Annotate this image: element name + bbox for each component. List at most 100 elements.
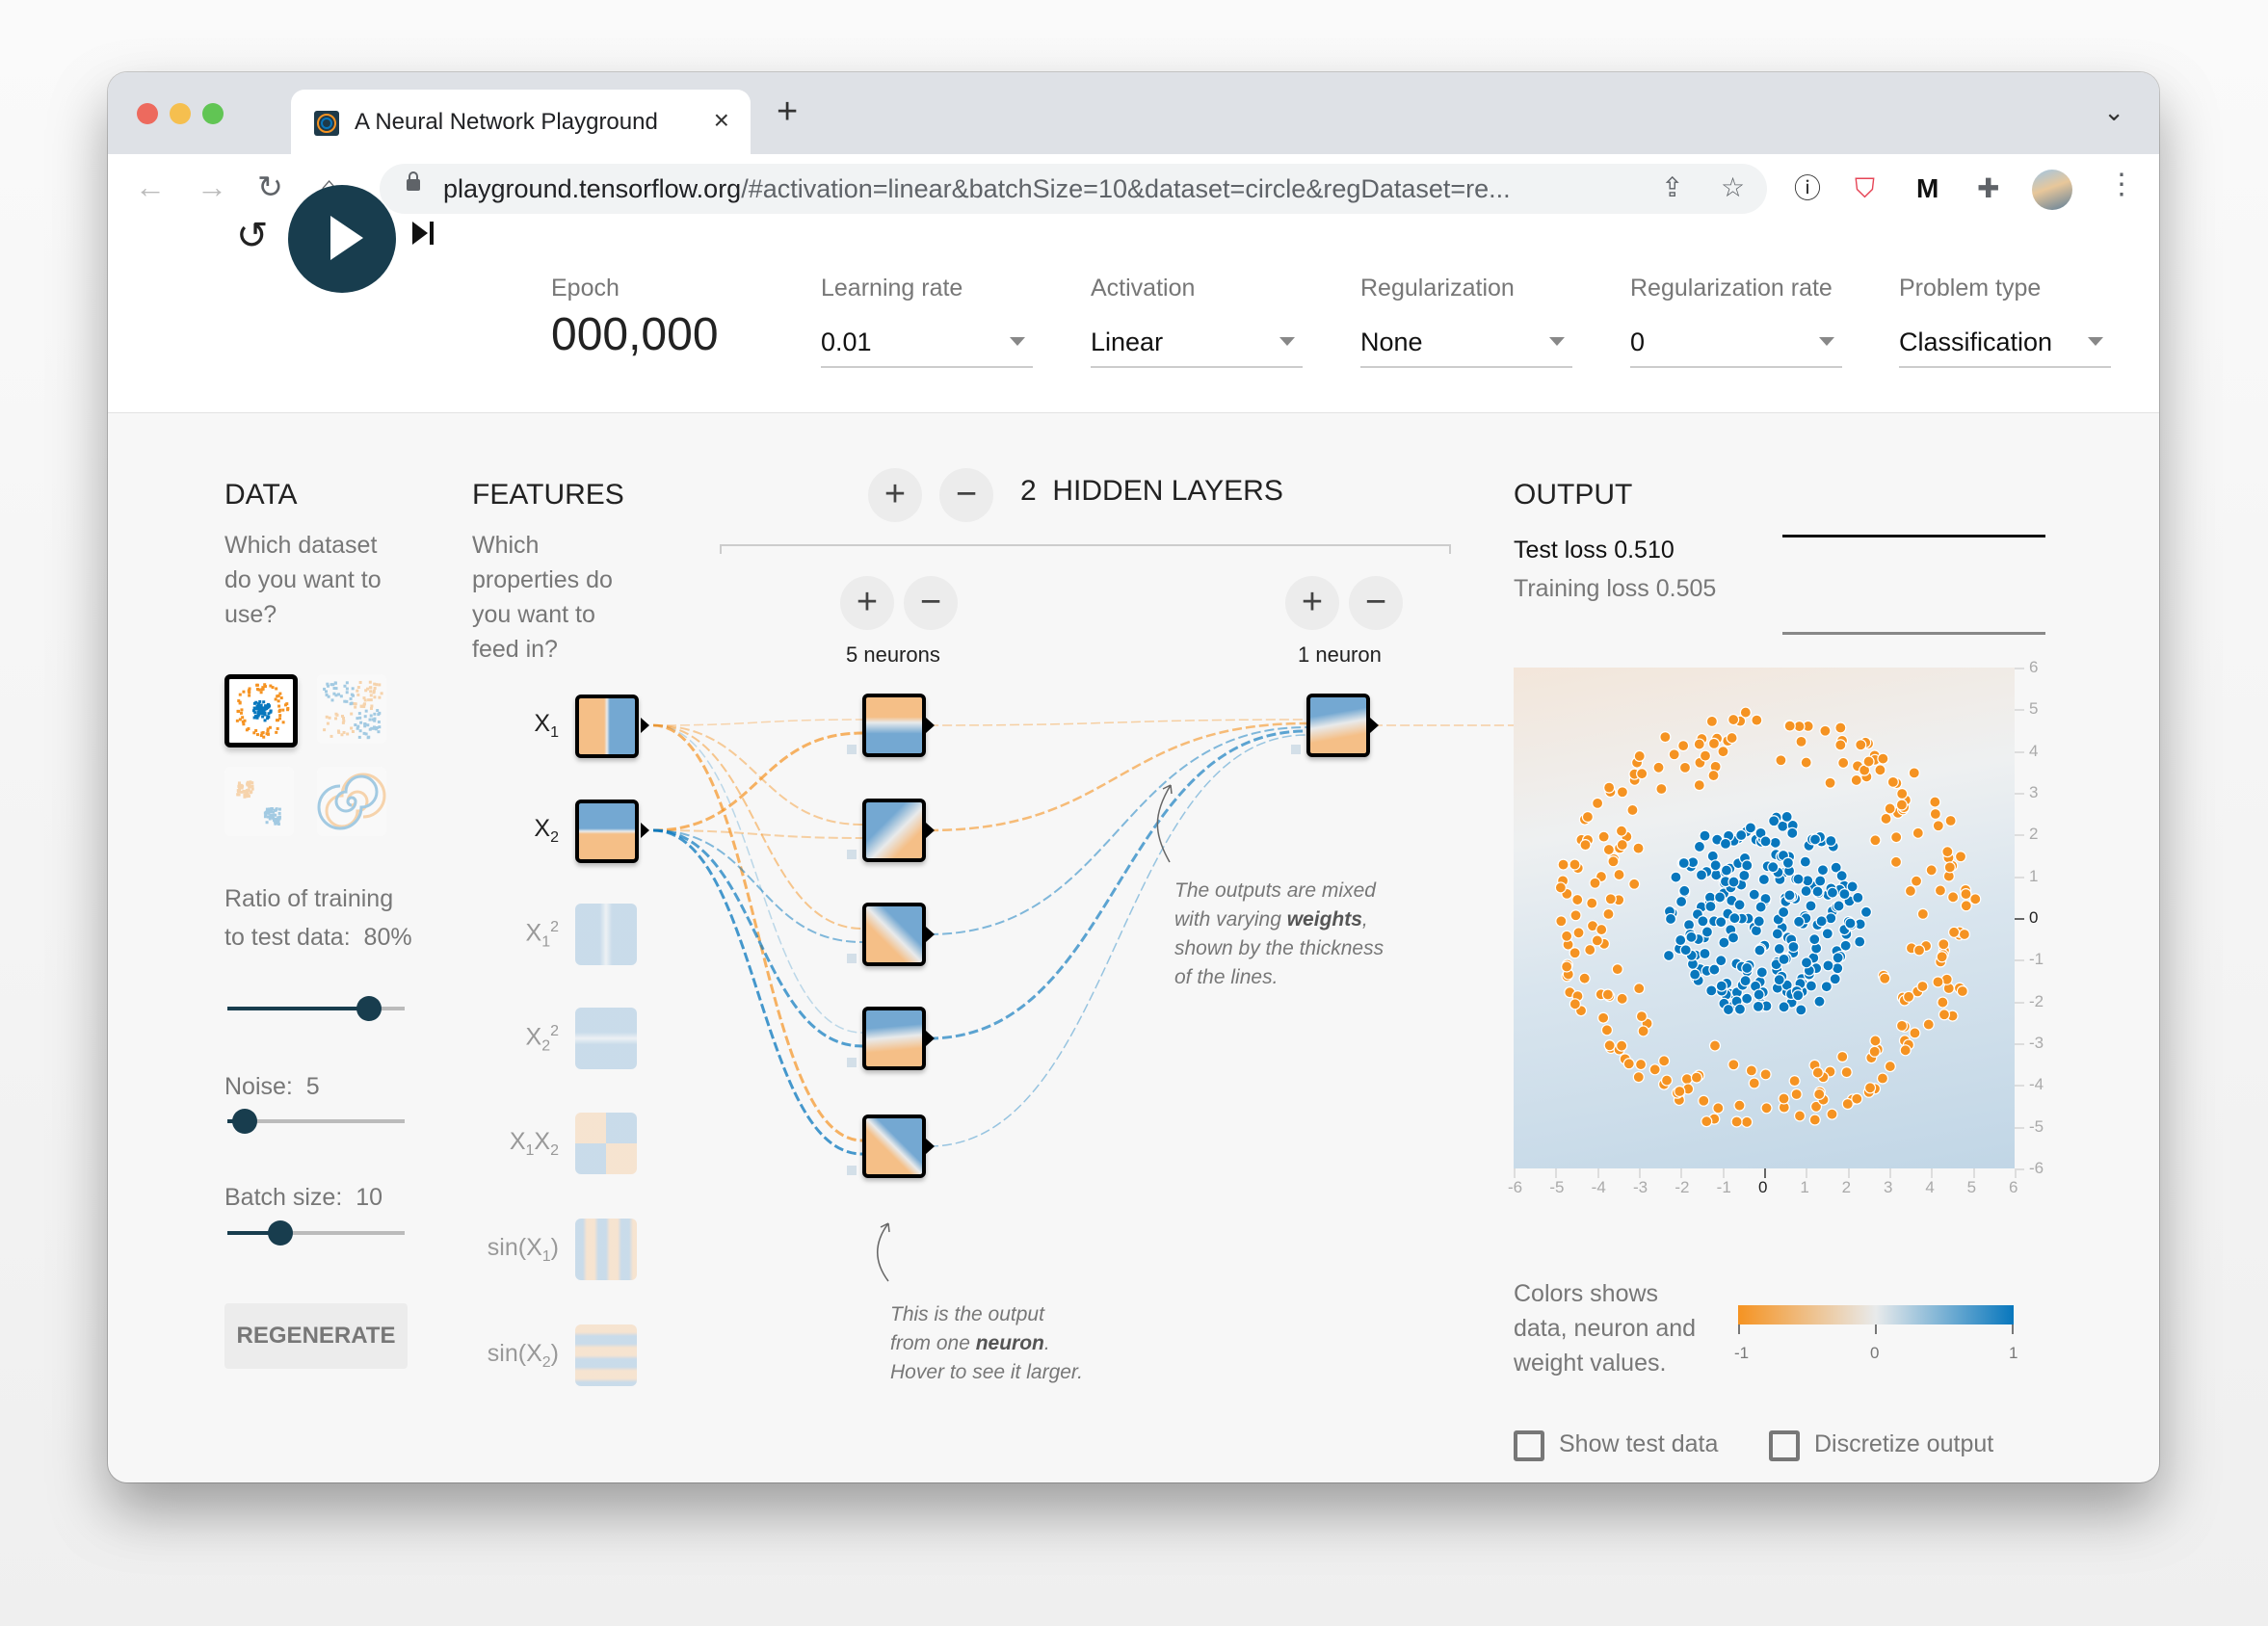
data-point — [1569, 858, 1581, 871]
noise-slider-knob[interactable] — [232, 1109, 258, 1134]
data-point — [1840, 1066, 1853, 1079]
address-bar[interactable]: playground.tensorflow.org/#activation=li… — [380, 164, 1767, 214]
bias-indicator[interactable] — [847, 954, 857, 963]
star-icon[interactable]: ☆ — [1721, 171, 1745, 203]
dataset-gaussian[interactable] — [224, 767, 294, 836]
data-point — [1719, 837, 1732, 851]
thumb-point — [378, 683, 382, 687]
layer2-remove-neuron-button[interactable]: − — [1349, 576, 1403, 630]
data-point — [1636, 768, 1648, 780]
thumb-point — [345, 699, 349, 703]
data-point — [1569, 998, 1581, 1010]
step-button[interactable] — [412, 219, 439, 248]
data-point — [1715, 916, 1727, 929]
activation-select[interactable]: Linear — [1091, 316, 1303, 368]
x-tick-mark — [1931, 1168, 1934, 1178]
bias-indicator[interactable] — [1291, 745, 1301, 754]
add-layer-button[interactable]: + — [868, 468, 922, 522]
y-tick-label: -3 — [2029, 1034, 2044, 1052]
puzzle-icon[interactable]: ✚ — [1977, 171, 1999, 206]
chevron-down-icon[interactable]: ⌄ — [2103, 97, 2124, 127]
data-point — [1899, 1044, 1912, 1057]
remove-layer-button[interactable]: − — [939, 468, 993, 522]
y-tick-mark — [2015, 834, 2024, 837]
thumb-point — [263, 719, 267, 722]
tab-playground[interactable]: A Neural Network Playground × — [291, 90, 751, 154]
maximize-window-button[interactable] — [202, 103, 224, 124]
layer1-remove-neuron-button[interactable]: − — [904, 576, 958, 630]
data-point — [1597, 830, 1610, 843]
discretize-output-checkbox[interactable] — [1769, 1430, 1800, 1461]
feature-x1[interactable] — [575, 695, 639, 758]
1password-icon[interactable]: ⓘ — [1794, 171, 1821, 206]
thumb-point — [255, 733, 259, 737]
ratio-slider[interactable] — [227, 996, 405, 1021]
ratio-slider-knob[interactable] — [356, 996, 382, 1021]
thumb-point — [263, 815, 267, 819]
data-point — [1795, 1004, 1807, 1016]
data-point — [1814, 875, 1827, 887]
dataset-circle[interactable] — [224, 674, 298, 747]
x-tick-label: -4 — [1591, 1178, 1606, 1196]
y-tick-label: -2 — [2029, 991, 2044, 1010]
show-test-data-checkbox[interactable] — [1514, 1430, 1544, 1461]
close-tab-icon[interactable]: × — [714, 105, 729, 136]
back-icon[interactable]: ← — [135, 168, 166, 206]
bias-indicator[interactable] — [847, 745, 857, 754]
feature-x12[interactable] — [575, 904, 637, 965]
layer2-neuron-1[interactable] — [1306, 694, 1370, 757]
bias-indicator[interactable] — [847, 1058, 857, 1067]
thumb-point — [252, 701, 256, 705]
data-point — [1778, 1001, 1790, 1013]
regularization-rate-select[interactable]: 0 — [1630, 316, 1842, 368]
feature-sinx2[interactable] — [575, 1324, 637, 1386]
regularization-select[interactable]: None — [1360, 316, 1572, 368]
batch-size-slider[interactable] — [227, 1220, 405, 1246]
thumb-point — [378, 695, 382, 699]
data-point — [1836, 1050, 1849, 1063]
avatar[interactable] — [2032, 170, 2072, 210]
thumb-point — [325, 715, 329, 719]
layer1-neuron-3[interactable] — [862, 903, 926, 966]
data-point — [1943, 861, 1956, 874]
dataset-spiral[interactable] — [317, 767, 386, 836]
bias-indicator[interactable] — [847, 850, 857, 859]
thumb-point — [364, 732, 368, 736]
thumb-point — [254, 728, 258, 732]
pocket-icon[interactable]: ⛉ — [1855, 171, 1875, 206]
thumb-point — [249, 785, 252, 789]
feature-sinx1[interactable] — [575, 1219, 637, 1280]
problem-type-select[interactable]: Classification — [1899, 316, 2111, 368]
minimize-window-button[interactable] — [170, 103, 191, 124]
x-tick-label: -2 — [1675, 1178, 1690, 1196]
feature-x2[interactable] — [575, 800, 639, 863]
layer1-neuron-1[interactable] — [862, 694, 926, 757]
close-window-button[interactable] — [137, 103, 158, 124]
x-tick-mark — [1889, 1168, 1891, 1178]
regenerate-button[interactable]: REGENERATE — [224, 1303, 408, 1369]
feature-x22[interactable] — [575, 1008, 637, 1069]
forward-icon[interactable]: → — [197, 168, 227, 206]
layer1-neuron-4[interactable] — [862, 1007, 926, 1070]
output-heatmap[interactable] — [1514, 668, 2015, 1168]
batch-slider-knob[interactable] — [268, 1220, 294, 1246]
reset-button[interactable]: ↺ — [236, 214, 269, 258]
reload-icon[interactable]: ↻ — [257, 168, 283, 206]
extension-m-icon[interactable]: M — [1916, 171, 1938, 206]
layer2-add-neuron-button[interactable]: + — [1285, 576, 1339, 630]
layer1-add-neuron-button[interactable]: + — [840, 576, 894, 630]
layer1-neuron-5[interactable] — [862, 1115, 926, 1178]
feature-x1x2[interactable] — [575, 1113, 637, 1174]
data-point — [1778, 953, 1790, 965]
dataset-xor[interactable] — [317, 674, 386, 744]
play-button[interactable] — [288, 185, 396, 293]
new-tab-icon[interactable]: + — [777, 93, 798, 130]
share-icon[interactable]: ⇪ — [1661, 171, 1683, 203]
learning-rate-select[interactable]: 0.01 — [821, 316, 1033, 368]
data-point — [1735, 828, 1748, 842]
thumb-point — [380, 692, 383, 695]
bias-indicator[interactable] — [847, 1166, 857, 1175]
noise-slider[interactable] — [227, 1109, 405, 1134]
more-icon[interactable]: ⋮ — [2107, 168, 2136, 201]
layer1-neuron-2[interactable] — [862, 799, 926, 862]
